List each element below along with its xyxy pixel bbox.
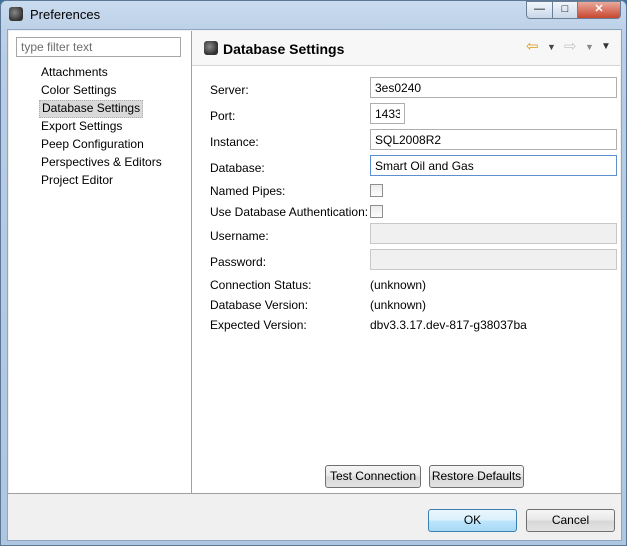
preference-page: Database Settings ⇦ ▼ ⇨ ▼ ▼ Server: Port… xyxy=(192,31,620,493)
password-label: Password: xyxy=(210,255,267,269)
tree-item-database-settings[interactable]: Database Settings xyxy=(39,100,144,118)
instance-label: Instance: xyxy=(210,135,259,149)
test-connection-button[interactable]: Test Connection xyxy=(325,465,421,488)
named-pipes-checkbox[interactable] xyxy=(370,184,383,197)
preferences-window: Preferences — □ ✕ Attachments Color Setti… xyxy=(0,0,627,546)
password-field[interactable] xyxy=(370,249,617,270)
named-pipes-label: Named Pipes: xyxy=(210,184,286,198)
minimize-button[interactable]: — xyxy=(526,1,553,19)
tree-item-perspectives-editors[interactable]: Perspectives & Editors xyxy=(39,154,164,170)
page-header: Database Settings ⇦ ▼ ⇨ ▼ ▼ xyxy=(192,31,620,66)
database-field[interactable] xyxy=(370,155,617,176)
back-history-dropdown-icon[interactable]: ▼ xyxy=(547,39,556,55)
tree-item-project-editor[interactable]: Project Editor xyxy=(39,172,115,188)
connection-status-value: (unknown) xyxy=(370,278,427,292)
filter-input[interactable] xyxy=(16,37,181,57)
server-field[interactable] xyxy=(370,77,617,98)
server-label: Server: xyxy=(210,83,249,97)
close-button[interactable]: ✕ xyxy=(577,1,621,19)
forward-history-dropdown-icon[interactable]: ▼ xyxy=(585,39,594,55)
use-database-authentication-checkbox[interactable] xyxy=(370,205,383,218)
database-label: Database: xyxy=(210,161,265,175)
port-field[interactable] xyxy=(370,103,405,124)
cancel-button[interactable]: Cancel xyxy=(526,509,615,532)
tree-item-peep-configuration[interactable]: Peep Configuration xyxy=(39,136,146,152)
tree-item-attachments[interactable]: Attachments xyxy=(39,64,110,80)
preference-tree-pane: Attachments Color Settings Database Settin… xyxy=(9,31,192,493)
tree-item-color-settings[interactable]: Color Settings xyxy=(39,82,118,98)
window-title: Preferences xyxy=(30,7,101,22)
maximize-button[interactable]: □ xyxy=(552,1,578,19)
page-title: Database Settings xyxy=(223,41,345,57)
forward-arrow-icon[interactable]: ⇨ xyxy=(564,39,577,55)
expected-version-value: dbv3.3.17.dev-817-g38037ba xyxy=(370,318,527,332)
ok-button[interactable]: OK xyxy=(428,509,517,532)
port-label: Port: xyxy=(210,109,236,123)
dialog-client-area: Attachments Color Settings Database Settin… xyxy=(7,29,622,541)
connection-status-label: Connection Status: xyxy=(210,278,312,292)
restore-defaults-button[interactable]: Restore Defaults xyxy=(429,465,524,488)
app-icon xyxy=(9,7,23,21)
username-field[interactable] xyxy=(370,223,617,244)
back-arrow-icon[interactable]: ⇦ xyxy=(526,39,539,55)
username-label: Username: xyxy=(210,229,269,243)
view-menu-icon[interactable]: ▼ xyxy=(601,39,611,55)
title-bar[interactable]: Preferences — □ ✕ xyxy=(1,1,627,29)
button-bar-divider xyxy=(8,493,621,494)
expected-version-label: Expected Version: xyxy=(210,318,307,332)
use-database-authentication-label: Use Database Authentication: xyxy=(210,205,369,219)
instance-field[interactable] xyxy=(370,129,617,150)
database-version-value: (unknown) xyxy=(370,298,427,312)
database-icon xyxy=(204,41,218,55)
tree-item-export-settings[interactable]: Export Settings xyxy=(39,118,124,134)
database-version-label: Database Version: xyxy=(210,298,309,312)
